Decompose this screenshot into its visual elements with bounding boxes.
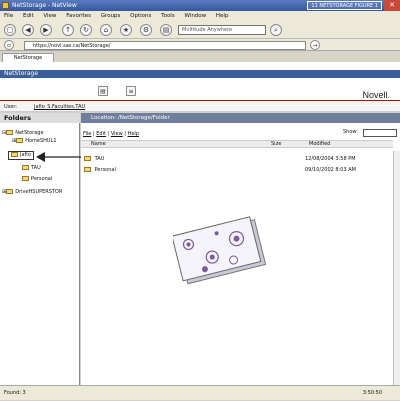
search-icon[interactable]: ⌕	[270, 24, 282, 36]
page-icon: ▫	[4, 40, 14, 50]
tree-item-homeshul1[interactable]: ⊞ HomeSHUL1	[12, 138, 57, 145]
back-icon[interactable]: ◀	[22, 24, 34, 36]
folder-icon	[84, 156, 91, 161]
brand-rule	[0, 100, 400, 101]
novell-logo: Novell.	[362, 90, 390, 100]
toolbar: ▢ ◀ ▶ ↑ ↻ ⌂ ★ ⚙ ▤ Multitude Anywhere ⌕	[0, 21, 400, 39]
status-bar: Found: 3 3:50:50	[0, 385, 400, 400]
row-modified: 12/08/2004 3:58 PM	[305, 156, 356, 162]
status-right: 3:50:50	[362, 390, 382, 396]
new-icon[interactable]: ▢	[4, 24, 16, 36]
close-icon[interactable]: ✕	[384, 0, 400, 11]
action-links: File | Edit | View | Help	[83, 131, 139, 137]
figure-overlay-label: 11 NETSTORAGE FIGURE 1	[307, 1, 382, 10]
settings-icon[interactable]: ⚙	[140, 24, 152, 36]
tree-item-tau[interactable]: TAU	[22, 165, 41, 172]
action-view[interactable]: View	[111, 131, 123, 137]
status-left: Found: 3	[4, 390, 26, 396]
location-bar: Location: /NetStorage/Folder	[81, 113, 400, 123]
print-icon[interactable]: ▤	[160, 24, 172, 36]
show-select[interactable]	[363, 129, 397, 137]
table-header	[81, 140, 393, 148]
folder-icon	[22, 176, 29, 181]
search-input[interactable]: Multitude Anywhere	[178, 25, 266, 35]
tree-item-drivesuperstor[interactable]: ⊞ DriveHSUPERSTOR	[2, 189, 62, 196]
folders-title: Folders	[0, 113, 80, 123]
drag-file-graphic	[173, 216, 267, 285]
go-icon[interactable]: →	[310, 40, 320, 50]
menu-file[interactable]: File	[0, 13, 17, 19]
row-name[interactable]: TAU	[95, 156, 105, 162]
address-input[interactable]: https://novl.sas.ca/NetStorage/	[24, 41, 306, 50]
column-size[interactable]: Size	[271, 140, 281, 148]
user-row: User: Jafio_S.Faculties.TAU	[0, 102, 400, 112]
refresh-icon[interactable]: ↻	[80, 24, 92, 36]
tab-strip: NetStorage	[0, 52, 400, 63]
table-row[interactable]: TAU 12/08/2004 3:58 PM	[81, 155, 393, 164]
menu-groups[interactable]: Groups	[97, 13, 125, 19]
column-name[interactable]: Name	[91, 140, 106, 148]
table-row[interactable]: Personal 09/10/2002 8:03 AM	[81, 166, 393, 175]
forward-icon[interactable]: ▶	[40, 24, 52, 36]
tree-item-personal[interactable]: Personal	[22, 176, 52, 183]
row-modified: 09/10/2002 8:03 AM	[305, 167, 356, 173]
list-view-icon[interactable]: ≡	[126, 86, 136, 96]
folder-icon	[6, 130, 14, 135]
tree-item-jafio[interactable]: Jafio	[8, 151, 34, 160]
menu-view[interactable]: View	[39, 13, 60, 19]
folder-icon	[16, 138, 24, 143]
user-value[interactable]: Jafio_S.Faculties.TAU	[34, 102, 85, 112]
show-label: Show:	[343, 129, 358, 135]
row-name[interactable]: Personal	[95, 167, 116, 173]
user-label: User:	[4, 104, 17, 110]
menu-favorites[interactable]: Favorites	[62, 13, 95, 19]
app-header-title: NetStorage	[0, 70, 400, 78]
menu-help[interactable]: Help	[212, 13, 233, 19]
app-header: NetStorage ▤ ≡ Novell.	[0, 62, 400, 102]
action-edit[interactable]: Edit	[96, 131, 106, 137]
tree-item-netstorage[interactable]: ⊟ NetStorage	[2, 130, 44, 137]
home-icon[interactable]: ⌂	[100, 24, 112, 36]
window-title: NetStorage - NetView	[12, 2, 77, 9]
menu-bar: File Edit View Favorites Groups Options …	[0, 11, 400, 21]
folder-icon	[11, 152, 18, 157]
folder-icon	[6, 189, 14, 194]
folder-icon	[22, 165, 29, 170]
callout-arrow	[36, 152, 84, 162]
folder-view-icon[interactable]: ▤	[98, 86, 108, 96]
menu-edit[interactable]: Edit	[19, 13, 38, 19]
menu-window[interactable]: Window	[180, 13, 210, 19]
vertical-scrollbar[interactable]	[393, 151, 400, 385]
menu-tools[interactable]: Tools	[157, 13, 179, 19]
column-modified[interactable]: Modified	[309, 140, 330, 148]
address-bar: ▫ https://novl.sas.ca/NetStorage/ →	[0, 39, 400, 51]
main-pane: Location: /NetStorage/Folder File | Edit…	[81, 113, 400, 385]
bookmark-icon[interactable]: ★	[120, 24, 132, 36]
action-help[interactable]: Help	[128, 131, 139, 137]
up-icon[interactable]: ↑	[62, 24, 74, 36]
app-icon	[2, 2, 9, 9]
action-file[interactable]: File	[83, 131, 91, 137]
menu-options[interactable]: Options	[126, 13, 155, 19]
folder-icon	[84, 167, 91, 172]
